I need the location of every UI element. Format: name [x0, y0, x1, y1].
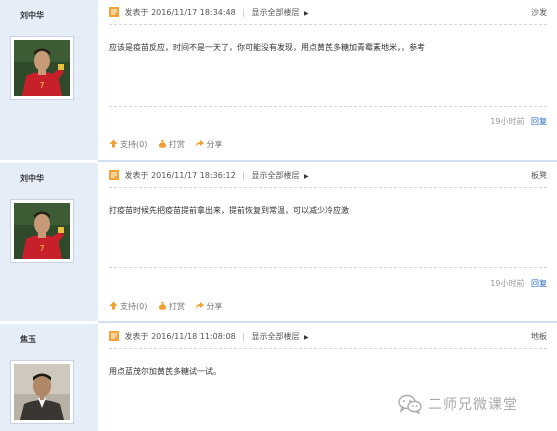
support-button[interactable]: 支持(0) [109, 139, 147, 150]
post-content: 打疫苗时候先把疫苗提前拿出来，提前恢复到常温，可以减少冷应激 [109, 206, 349, 215]
divider [109, 348, 547, 349]
divider [109, 267, 547, 268]
meta-divider: | [242, 171, 245, 180]
watermark: 二师兄微课堂 [398, 394, 518, 414]
post-separator [98, 160, 557, 162]
reply-link[interactable]: 回复 [531, 117, 547, 126]
time-ago: 19小时前 [490, 117, 525, 126]
post-type-icon [109, 170, 119, 180]
meta-divider: | [242, 8, 245, 17]
arrow-up-icon [109, 301, 118, 310]
support-button[interactable]: 支持(0) [109, 301, 147, 312]
show-all-floors-link[interactable]: 显示全部楼层 [251, 332, 299, 341]
post-floor-1: 刘中华 7 发表于 2016/11/17 18:34:48 | 显示全部楼层 ▶… [0, 0, 557, 160]
tip-button[interactable]: 打赏 [158, 139, 185, 150]
post-floor-2: 刘中华 7 发表于 2016/11/17 18:36:12 | 显示全部楼层 ▶… [0, 163, 557, 321]
triangle-right-icon: ▶ [304, 334, 309, 341]
time-ago: 19小时前 [490, 279, 525, 288]
tip-label: 打赏 [168, 140, 185, 149]
share-label: 分享 [206, 302, 223, 311]
share-arrow-icon [195, 302, 205, 309]
post-content: 应该是疫苗反应，时间不是一天了，你可能没有发现，用点黄芪多糖加青霉素地米，，参考 [109, 43, 425, 52]
share-button[interactable]: 分享 [195, 139, 222, 150]
avatar[interactable]: 7 [10, 199, 74, 263]
share-arrow-icon [195, 140, 205, 147]
divider [109, 187, 547, 188]
svg-text:7: 7 [39, 244, 44, 253]
reply-row: 19小时前 回复 [490, 278, 547, 289]
svg-text:7: 7 [39, 81, 44, 90]
divider [109, 106, 547, 107]
post-meta: 发表于 2016/11/17 18:34:48 | 显示全部楼层 ▶ 沙发 [109, 7, 547, 21]
post-time: 发表于 2016/11/17 18:36:12 [124, 171, 236, 180]
author-name[interactable]: 刘中华 [20, 173, 44, 184]
author-panel: 刘中华 7 [0, 163, 98, 321]
post-type-icon [109, 7, 119, 17]
money-bag-icon [158, 140, 166, 148]
wechat-icon [398, 394, 422, 414]
post-actions: 支持(0) 打赏 分享 [109, 139, 230, 150]
triangle-right-icon: ▶ [304, 173, 309, 180]
reply-row: 19小时前 回复 [490, 116, 547, 127]
post-time: 发表于 2016/11/18 11:08:08 [124, 332, 236, 341]
floor-label: 沙发 [531, 8, 547, 17]
avatar[interactable]: 7 [10, 36, 74, 100]
author-name[interactable]: 焦玉 [20, 334, 36, 345]
share-label: 分享 [206, 140, 223, 149]
post-content: 用点蓝茂尔加黄芪多糖试一试。 [109, 367, 221, 376]
divider [109, 24, 547, 25]
post-type-icon [109, 331, 119, 341]
author-panel: 焦玉 [0, 324, 98, 431]
tip-label: 打赏 [168, 302, 185, 311]
show-all-floors-link[interactable]: 显示全部楼层 [251, 171, 299, 180]
author-panel: 刘中华 7 [0, 0, 98, 160]
post-time: 发表于 2016/11/17 18:34:48 [124, 8, 236, 17]
author-name[interactable]: 刘中华 [20, 10, 44, 21]
floor-label: 板凳 [531, 171, 547, 180]
reply-link[interactable]: 回复 [531, 279, 547, 288]
post-meta: 发表于 2016/11/17 18:36:12 | 显示全部楼层 ▶ 板凳 [109, 170, 547, 184]
arrow-up-icon [109, 139, 118, 148]
tip-button[interactable]: 打赏 [158, 301, 185, 312]
post-separator [98, 321, 557, 323]
avatar-image: 7 [14, 203, 70, 259]
avatar[interactable] [10, 360, 74, 424]
share-button[interactable]: 分享 [195, 301, 222, 312]
post-actions: 支持(0) 打赏 分享 [109, 301, 230, 312]
support-label: 支持(0) [120, 302, 148, 311]
post-floor-3: 焦玉 发表于 2016/11/18 11:08:08 | 显示全部楼层 ▶ 地板… [0, 324, 557, 431]
post-meta: 发表于 2016/11/18 11:08:08 | 显示全部楼层 ▶ 地板 [109, 331, 547, 345]
show-all-floors-link[interactable]: 显示全部楼层 [251, 8, 299, 17]
avatar-image: 7 [14, 40, 70, 96]
watermark-text: 二师兄微课堂 [428, 397, 518, 413]
triangle-right-icon: ▶ [304, 10, 309, 17]
meta-divider: | [242, 332, 245, 341]
money-bag-icon [158, 302, 166, 310]
avatar-image [14, 364, 70, 420]
support-label: 支持(0) [120, 140, 148, 149]
floor-label: 地板 [531, 332, 547, 341]
